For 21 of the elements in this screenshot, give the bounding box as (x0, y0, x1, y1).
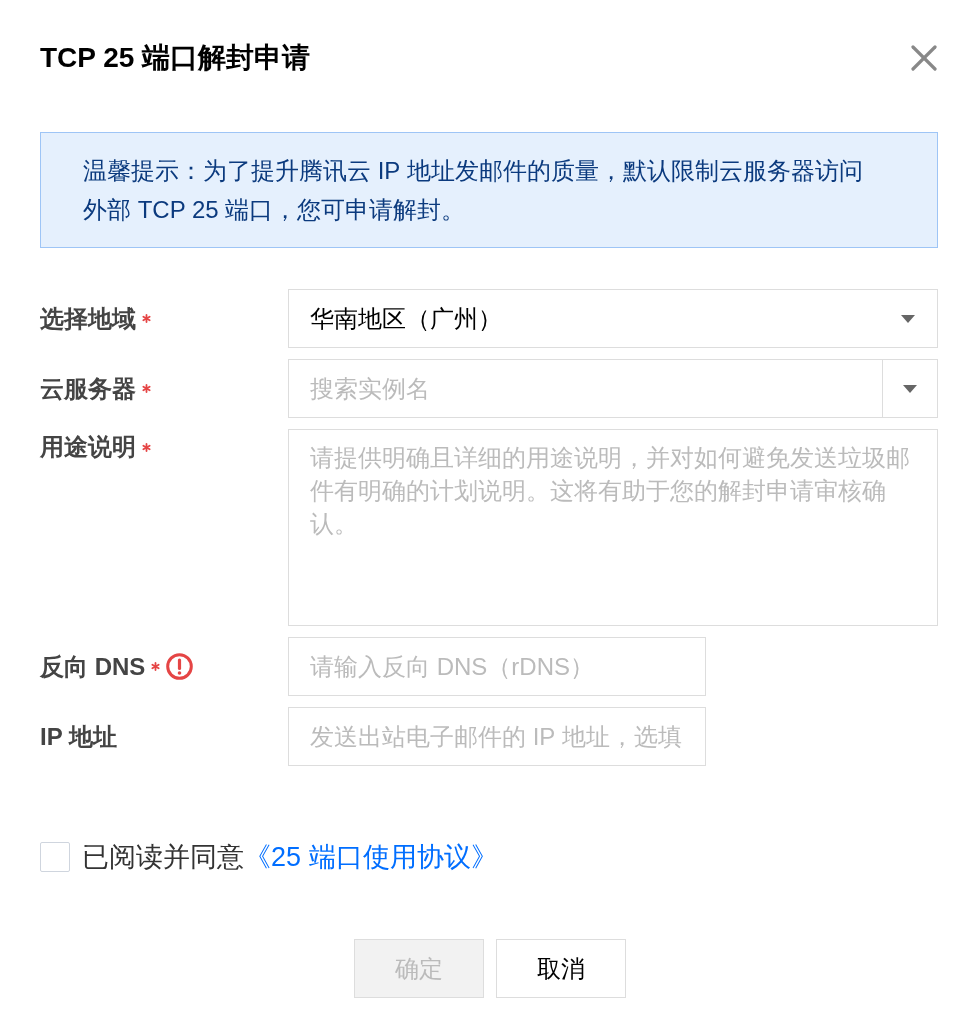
field-label: IP 地址 (40, 721, 117, 752)
field-label: 反向 DNS (40, 651, 146, 682)
agreement-checkbox[interactable] (40, 842, 70, 872)
agreement-text: 已阅读并同意 (82, 842, 244, 872)
field-label: 用途说明 (40, 432, 136, 462)
input-field[interactable]: 发送出站电子邮件的 IP 地址，选填 (288, 707, 706, 766)
field-label: 云服务器 (40, 373, 136, 404)
notice-text: 温馨提示：为了提升腾讯云 IP 地址发邮件的质量，默认限制云服务器访问外部 TCP 25 端口，您可申请解封。 (83, 156, 864, 225)
input-field[interactable]: 请输入反向 DNS（rDNS） (288, 637, 706, 696)
select-field[interactable]: 华南地区（广州） (288, 289, 938, 348)
close-button[interactable] (910, 44, 938, 72)
cancel-button[interactable]: 取消 (496, 939, 626, 998)
close-icon (911, 45, 937, 71)
textarea-field[interactable]: 请提供明确且详细的用途说明，并对如何避免发送垃圾邮件有明确的计划说明。这将有助于您的解封申请审核确认。 (288, 429, 938, 626)
caret-icon (901, 314, 915, 323)
caret-icon (903, 384, 917, 393)
search-field[interactable]: 搜索实例名 (288, 359, 882, 418)
dropdown-button[interactable] (882, 359, 938, 418)
agreement-link[interactable]: 《25 端口使用协议》 (244, 842, 498, 872)
dialog-title: TCP 25 端口解封申请 (40, 41, 311, 75)
field-label: 选择地域 (40, 303, 136, 334)
